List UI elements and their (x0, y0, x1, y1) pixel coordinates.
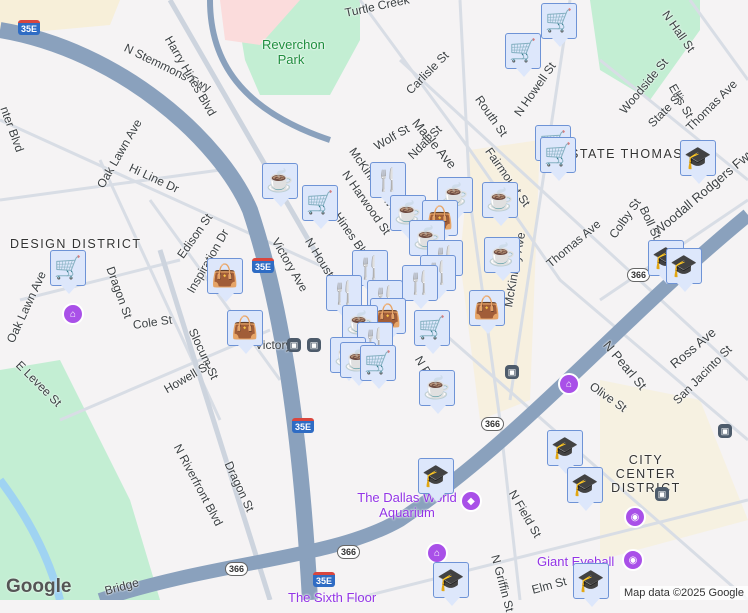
cart-icon: 🛒 (54, 255, 82, 280)
coffee-marker[interactable]: ☕ (482, 182, 518, 226)
utensils-icon: 🍴 (330, 280, 358, 305)
utensils-icon: 🍴 (374, 167, 402, 192)
museum-icon[interactable]: ⌂ (62, 303, 84, 325)
tram-icon[interactable]: ▣ (307, 338, 321, 352)
grad-icon: 🎓 (437, 567, 465, 592)
sr366-shield: 366 (337, 545, 361, 559)
i35e-shield: 35E (313, 572, 336, 587)
cart-marker[interactable]: 🛒 (414, 310, 450, 354)
grad-icon: 🎓 (551, 435, 579, 460)
grad-icon: 🎓 (571, 472, 599, 497)
coffee-icon: ☕ (423, 375, 451, 400)
cart-marker[interactable]: 🛒 (302, 185, 338, 229)
sr366-shield: 366 (627, 268, 651, 282)
bag-marker[interactable]: 👜 (207, 258, 243, 302)
sr366-shield: 366 (225, 562, 249, 576)
trinity-river-park (0, 360, 160, 600)
coffee-icon: ☕ (266, 168, 294, 193)
grad-marker[interactable]: 🎓 (418, 458, 454, 502)
bag-marker[interactable]: 👜 (227, 310, 263, 354)
grad-icon: 🎓 (684, 145, 712, 170)
district-label: DESIGN DISTRICT (10, 237, 142, 251)
train-station-icon[interactable]: ▣ (287, 338, 301, 352)
map-attribution[interactable]: Map data ©2025 Google (619, 586, 748, 600)
grad-marker[interactable]: 🎓 (680, 140, 716, 184)
bag-marker[interactable]: 👜 (469, 290, 505, 334)
bag-icon: 👜 (473, 295, 501, 320)
grad-marker[interactable]: 🎓 (433, 562, 469, 606)
utensils-icon: 🍴 (406, 270, 434, 295)
grad-icon: 🎓 (670, 253, 698, 278)
grad-marker[interactable]: 🎓 (567, 467, 603, 511)
coffee-icon: ☕ (486, 187, 514, 212)
tram-icon[interactable]: ▣ (505, 365, 519, 379)
cart-icon: 🛒 (364, 350, 392, 375)
poi-label-sixth-floor[interactable]: The Sixth Floor (288, 590, 376, 605)
utensils-marker[interactable]: 🍴 (370, 162, 406, 206)
museum-icon[interactable]: ⌂ (558, 373, 580, 395)
bag-icon: 👜 (211, 263, 239, 288)
district-label: STATE THOMAS (570, 147, 684, 161)
sr366-shield: 366 (481, 417, 505, 431)
aquarium-icon[interactable]: ◆ (460, 490, 482, 512)
grad-icon: 🎓 (577, 568, 605, 593)
camera-icon[interactable]: ◉ (622, 549, 644, 571)
bag-icon: 👜 (231, 315, 259, 340)
coffee-marker[interactable]: ☕ (262, 163, 298, 207)
poi-label-aquarium[interactable]: The Dallas World Aquarium (352, 490, 462, 520)
cart-icon: 🛒 (306, 190, 334, 215)
cart-marker[interactable]: 🛒 (540, 137, 576, 181)
cart-marker[interactable]: 🛒 (50, 250, 86, 294)
tram-icon[interactable]: ▣ (655, 487, 669, 501)
coffee-marker[interactable]: ☕ (419, 370, 455, 414)
cart-icon: 🛒 (544, 142, 572, 167)
grad-marker[interactable]: 🎓 (573, 563, 609, 607)
grad-marker[interactable]: 🎓 (666, 248, 702, 292)
i35e-shield: 35E (252, 258, 275, 273)
coffee-icon: ☕ (488, 242, 516, 267)
grad-marker[interactable]: 🎓 (547, 430, 583, 474)
tram-icon[interactable]: ▣ (718, 424, 732, 438)
cart-marker[interactable]: 🛒 (360, 345, 396, 389)
grad-icon: 🎓 (422, 463, 450, 488)
utensils-marker[interactable]: 🍴 (402, 265, 438, 309)
district-label: CITY CENTER DISTRICT (611, 453, 681, 495)
google-logo[interactable]: Google (6, 576, 71, 598)
park-label: Reverchon Park (262, 37, 325, 67)
i35e-shield: 35E (18, 20, 41, 35)
cart-marker[interactable]: 🛒 (541, 3, 577, 47)
coffee-marker[interactable]: ☕ (484, 237, 520, 281)
cart-icon: 🛒 (418, 315, 446, 340)
cart-icon: 🛒 (509, 38, 537, 63)
museum-icon[interactable]: ⌂ (426, 542, 448, 564)
cart-marker[interactable]: 🛒 (505, 33, 541, 77)
i35e-shield: 35E (292, 418, 315, 433)
cart-icon: 🛒 (545, 8, 573, 33)
camera-icon[interactable]: ◉ (624, 506, 646, 528)
